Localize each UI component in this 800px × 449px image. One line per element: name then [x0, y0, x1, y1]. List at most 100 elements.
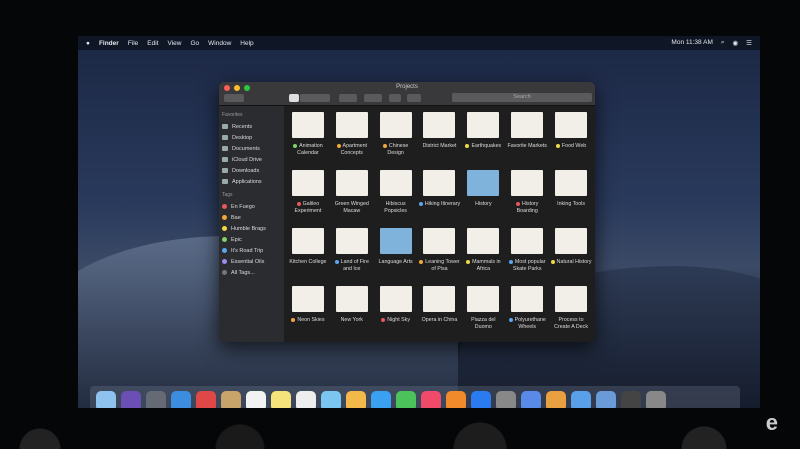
document-thumbnail: [555, 112, 588, 138]
sidebar-tag[interactable]: It's Road Trip: [222, 245, 281, 256]
sidebar-item-label: Desktop: [232, 134, 253, 141]
dock-app-icon[interactable]: [471, 391, 491, 408]
view-mode-list-button[interactable]: [300, 94, 330, 102]
dock-app-icon[interactable]: [496, 391, 516, 408]
file-name: Neon Skies: [297, 317, 325, 323]
dock-app-icon[interactable]: [296, 391, 316, 408]
menu-go[interactable]: Go: [190, 40, 199, 47]
file-name: Process to Create A Deck: [554, 317, 588, 330]
document-thumbnail: [423, 170, 456, 196]
document-thumbnail: [335, 228, 368, 254]
dock-app-icon[interactable]: [621, 391, 641, 408]
dock-app-icon[interactable]: [196, 391, 216, 408]
dock-app-icon[interactable]: [121, 391, 141, 408]
file-item[interactable]: Language Arts: [374, 224, 418, 282]
sidebar-tag[interactable]: Essential Oils: [222, 256, 281, 267]
file-item[interactable]: Green Winged Macaw: [330, 166, 374, 224]
file-item[interactable]: New York: [330, 282, 374, 340]
file-item[interactable]: Neon Skies: [286, 282, 330, 340]
title-bar[interactable]: Projects Search: [219, 82, 595, 106]
tags-button[interactable]: [407, 94, 421, 102]
sidebar-tag[interactable]: Bae: [222, 212, 281, 223]
sidebar-item[interactable]: Documents: [222, 143, 281, 154]
sidebar-tag[interactable]: En Fuego: [222, 201, 281, 212]
menu-file[interactable]: File: [128, 40, 138, 47]
sidebar-item[interactable]: Downloads: [222, 165, 281, 176]
clock[interactable]: Mon 11:38 AM: [671, 39, 712, 47]
menu-view[interactable]: View: [168, 40, 182, 47]
dock-app-icon[interactable]: [246, 391, 266, 408]
tag-dot-icon: [222, 237, 227, 242]
dock-app-icon[interactable]: [571, 391, 591, 408]
file-item[interactable]: History Boarding: [505, 166, 549, 224]
dock-app-icon[interactable]: [646, 391, 666, 408]
tag-dot-icon: [222, 259, 227, 264]
file-item[interactable]: Hiking Itinerary: [418, 166, 462, 224]
file-item[interactable]: Chinese Design: [374, 108, 418, 166]
file-item[interactable]: Hibiscus Popsicles: [374, 166, 418, 224]
file-item[interactable]: Apartment Concepts: [330, 108, 374, 166]
file-item[interactable]: Process to Create A Deck: [549, 282, 593, 340]
dock-app-icon[interactable]: [221, 391, 241, 408]
file-item[interactable]: Leaning Tower of Pisa: [418, 224, 462, 282]
menu-app[interactable]: Finder: [99, 40, 119, 47]
file-item[interactable]: Most popular Skate Parks: [505, 224, 549, 282]
file-item[interactable]: Natural History: [549, 224, 593, 282]
dock-app-icon[interactable]: [371, 391, 391, 408]
dock-app-icon[interactable]: [396, 391, 416, 408]
view-mode-icon-button[interactable]: [289, 94, 299, 102]
spotlight-icon[interactable]: ⌕: [721, 39, 725, 47]
file-item[interactable]: Food Web: [549, 108, 593, 166]
dock-app-icon[interactable]: [446, 391, 466, 408]
dock-app-icon[interactable]: [596, 391, 616, 408]
sidebar-tag[interactable]: Epic: [222, 234, 281, 245]
file-item[interactable]: Animation Calendar: [286, 108, 330, 166]
menu-window[interactable]: Window: [208, 40, 231, 47]
tag-dot-icon: [555, 143, 560, 148]
file-item[interactable]: History: [461, 166, 505, 224]
file-item[interactable]: Night Sky: [374, 282, 418, 340]
sidebar-item[interactable]: Desktop: [222, 132, 281, 143]
tag-dot-icon: [222, 248, 227, 253]
group-button[interactable]: [339, 94, 357, 102]
file-item[interactable]: Galileo Experiment: [286, 166, 330, 224]
share-button[interactable]: [389, 94, 401, 102]
action-gear-button[interactable]: [364, 94, 382, 102]
dock-app-icon[interactable]: [346, 391, 366, 408]
document-thumbnail: [291, 112, 324, 138]
file-item[interactable]: District Market: [418, 108, 462, 166]
file-name: Hibiscus Popsicles: [384, 201, 407, 214]
file-item[interactable]: Piazza del Duomo: [461, 282, 505, 340]
file-item[interactable]: Opera in China: [418, 282, 462, 340]
dock-app-icon[interactable]: [321, 391, 341, 408]
apple-icon[interactable]: ●: [86, 40, 90, 47]
tag-label: Epic: [231, 236, 242, 243]
dock-app-icon[interactable]: [521, 391, 541, 408]
file-item[interactable]: Land of Fire and Ice: [330, 224, 374, 282]
dock-app-icon[interactable]: [271, 391, 291, 408]
search-input[interactable]: Search: [452, 93, 592, 102]
file-item[interactable]: Earthquakes: [461, 108, 505, 166]
sidebar-item[interactable]: iCloud Drive: [222, 154, 281, 165]
tag-label: Essential Oils: [231, 258, 265, 265]
dock-app-icon[interactable]: [171, 391, 191, 408]
sidebar-tag[interactable]: All Tags...: [222, 267, 281, 278]
dock-app-icon[interactable]: [146, 391, 166, 408]
file-item[interactable]: Mammals in Africa: [461, 224, 505, 282]
dock-app-icon[interactable]: [421, 391, 441, 408]
sidebar-item[interactable]: Recents: [222, 121, 281, 132]
back-forward-buttons[interactable]: [224, 94, 244, 102]
file-item[interactable]: Inking Tools: [549, 166, 593, 224]
menu-help[interactable]: Help: [240, 40, 253, 47]
dock-app-icon[interactable]: [546, 391, 566, 408]
siri-icon[interactable]: ◉: [733, 39, 739, 47]
sidebar-tag[interactable]: Humble Brags: [222, 223, 281, 234]
dock-app-icon[interactable]: [96, 391, 116, 408]
menu-edit[interactable]: Edit: [147, 40, 158, 47]
file-item[interactable]: Kitchen College: [286, 224, 330, 282]
file-item[interactable]: Favorite Markets: [505, 108, 549, 166]
file-item[interactable]: Polyurethane Wheels: [505, 282, 549, 340]
sidebar-item[interactable]: Applications: [222, 176, 281, 187]
notification-center-icon[interactable]: ☰: [746, 39, 752, 47]
file-name: Leaning Tower of Pisa: [425, 259, 460, 272]
